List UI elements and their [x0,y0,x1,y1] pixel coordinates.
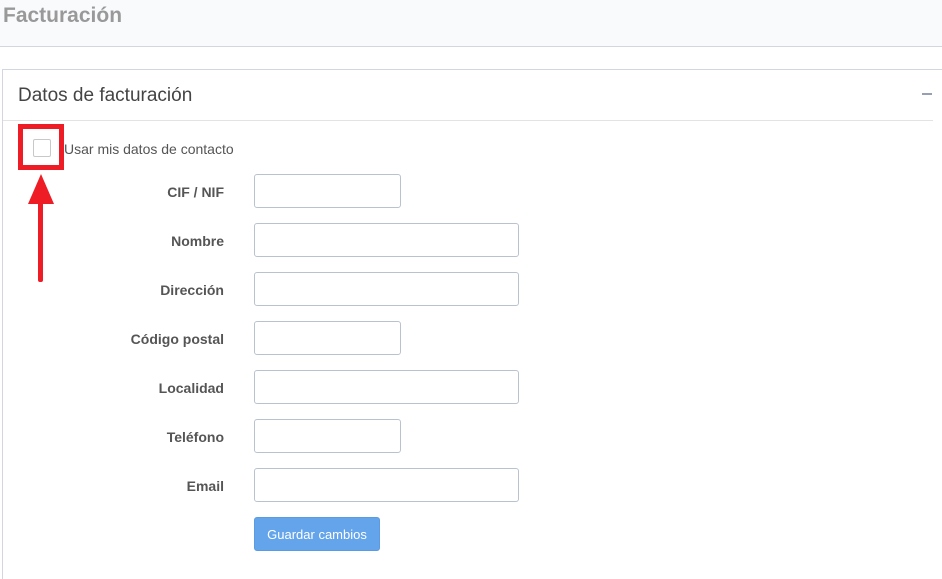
email-label: Email [186,478,224,494]
codigo-postal-input[interactable] [254,321,401,355]
billing-panel-title: Datos de facturación [18,85,193,106]
telefono-label: Teléfono [166,429,224,445]
page-header: Facturación [0,0,942,47]
minus-icon [922,93,932,95]
collapse-panel-button[interactable] [920,83,934,105]
nombre-input[interactable] [254,223,519,257]
nombre-label: Nombre [171,233,224,249]
codigo-postal-label: Código postal [130,331,224,347]
highlight-annotation-box [18,124,64,170]
telefono-input[interactable] [254,419,401,453]
billing-panel-header: Datos de facturación [3,70,933,121]
save-changes-button[interactable]: Guardar cambios [254,517,380,551]
page-title: Facturación [3,4,123,27]
cif-nif-label: CIF / NIF [167,184,224,200]
cif-nif-input[interactable] [254,174,401,208]
arrow-shaft [38,196,43,282]
localidad-input[interactable] [254,370,519,404]
localidad-label: Localidad [158,380,224,396]
email-input[interactable] [254,468,519,502]
use-contact-data-label[interactable]: Usar mis datos de contacto [64,140,234,158]
direccion-input[interactable] [254,272,519,306]
direccion-label: Dirección [160,282,224,298]
